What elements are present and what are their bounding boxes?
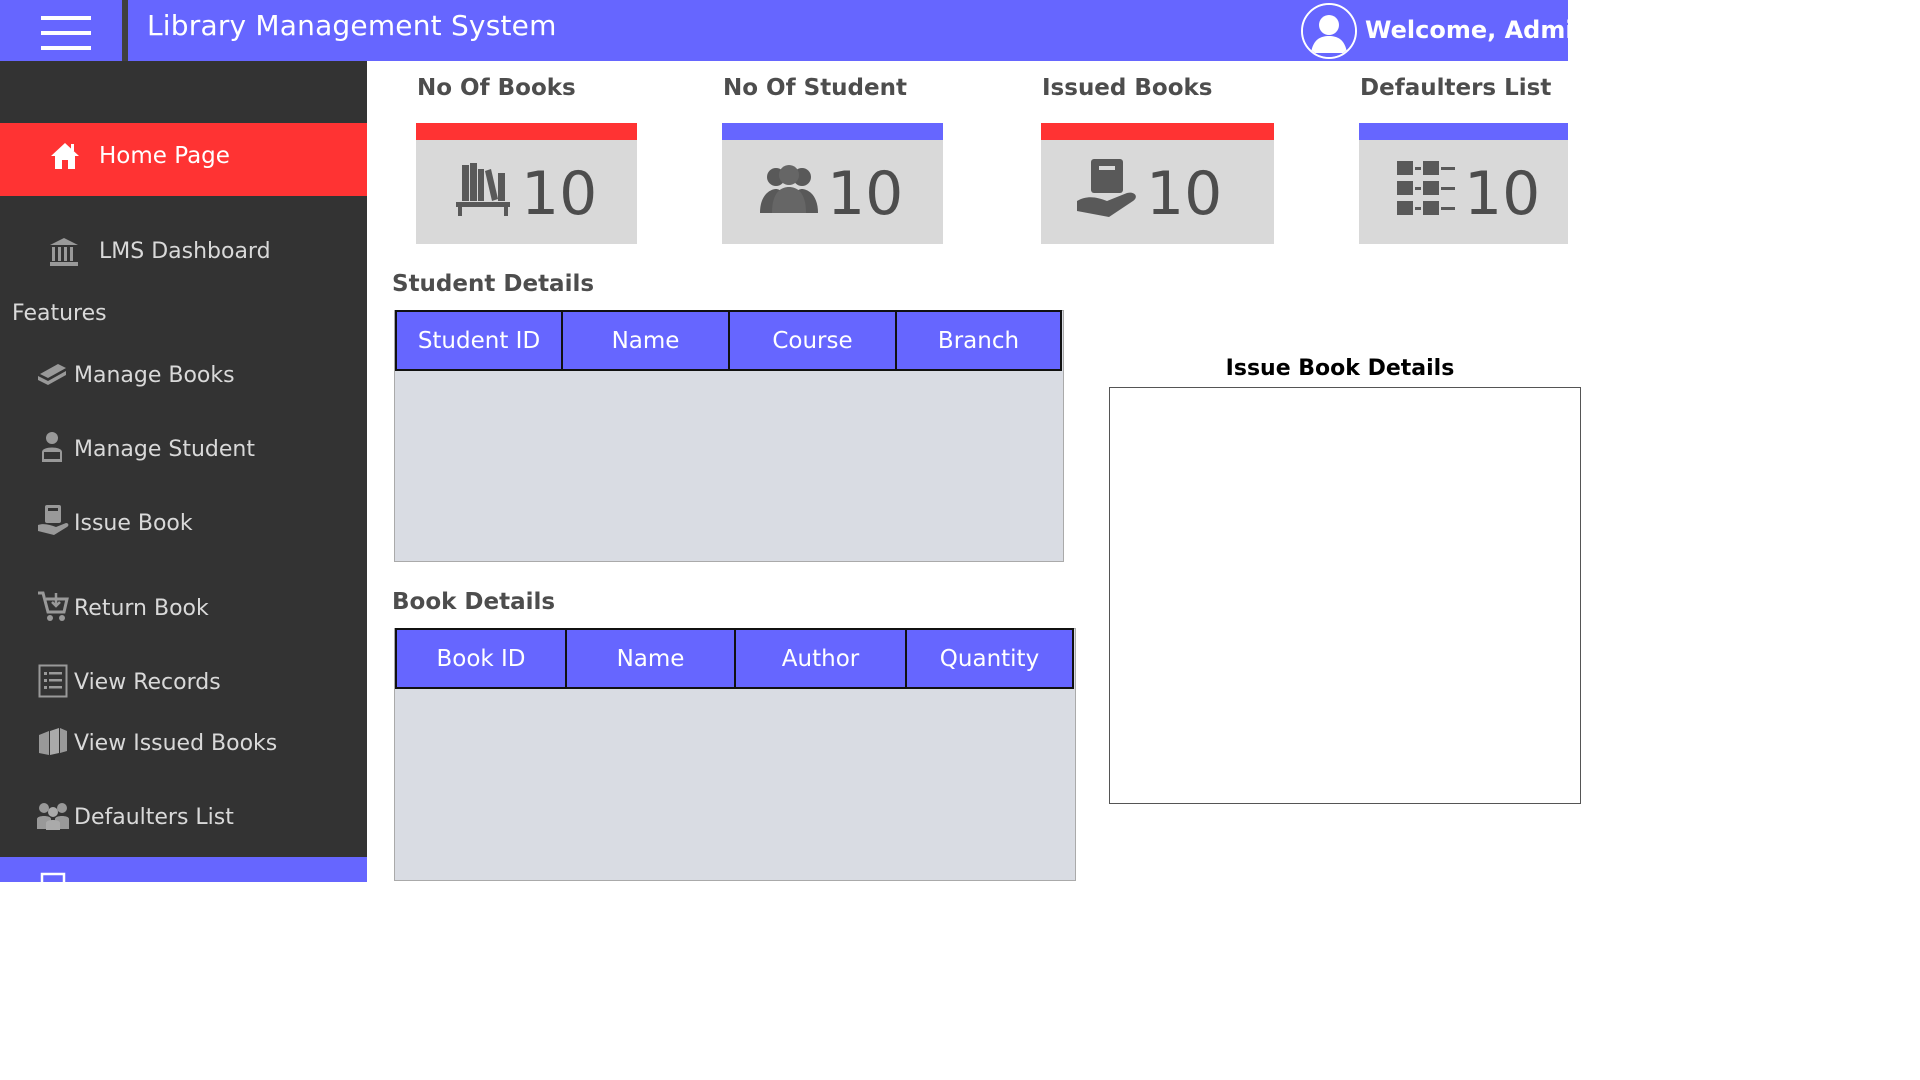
card-title-books: No Of Books [417, 75, 576, 101]
hand-book-icon [1077, 159, 1136, 217]
hamburger-menu-icon[interactable] [0, 0, 122, 61]
sidebar-item-label: Manage Books [74, 363, 235, 388]
sidebar-item-defaulters-list[interactable]: Defaulters List [0, 795, 367, 845]
group-icon [37, 803, 69, 830]
defaulters-count-card[interactable]: 10 [1359, 123, 1568, 244]
sidebar-item-label: Manage Student [74, 437, 255, 462]
sidebar-item-label: LMS Dashboard [99, 239, 271, 264]
card-accent-bar [722, 123, 943, 140]
card-accent-bar [1359, 123, 1568, 140]
books-count-value: 10 [521, 159, 598, 229]
students-count-value: 10 [827, 159, 904, 229]
list-icon [38, 664, 68, 698]
welcome-text: Welcome, Admin [1365, 16, 1591, 44]
card-title-defaulters: Defaulters List [1360, 75, 1552, 101]
home-icon [51, 143, 79, 169]
card-title-issued: Issued Books [1042, 75, 1213, 101]
sidebar-item-manage-books[interactable]: Manage Books [0, 352, 367, 402]
books-stack-icon [39, 728, 67, 755]
books-shelf-icon [456, 163, 510, 216]
issue-book-details-title: Issue Book Details [1225, 356, 1455, 381]
defaulters-count-value: 10 [1464, 159, 1541, 229]
column-header-author[interactable]: Author [734, 628, 907, 689]
student-details-title: Student Details [392, 271, 595, 297]
sidebar-item-view-records[interactable]: View Records [0, 660, 367, 710]
book-icon [38, 364, 66, 385]
issued-books-count-value: 10 [1146, 159, 1223, 229]
user-avatar-icon[interactable] [1301, 3, 1357, 59]
sidebar-item-label: Defaulters List [74, 805, 234, 830]
card-accent-bar [1041, 123, 1274, 140]
checklist-icon [1397, 161, 1455, 215]
column-header-student-id[interactable]: Student ID [395, 310, 563, 371]
sidebar-item-label: Home Page [99, 143, 230, 169]
column-header-course[interactable]: Course [728, 310, 897, 371]
column-header-book-id[interactable]: Book ID [395, 628, 567, 689]
app-title: Library Management System [147, 9, 557, 42]
sidebar-item-label: View Records [74, 670, 221, 695]
column-header-quantity[interactable]: Quantity [905, 628, 1074, 689]
column-header-branch[interactable]: Branch [895, 310, 1062, 371]
sidebar-item-home[interactable]: Home Page [0, 123, 367, 196]
books-count-card[interactable]: 10 [416, 123, 637, 244]
sidebar-item-manage-student[interactable]: Manage Student [0, 426, 367, 476]
column-header-name[interactable]: Name [565, 628, 736, 689]
features-heading: Features [12, 301, 107, 326]
bank-icon [50, 238, 78, 266]
book-details-title: Book Details [392, 589, 556, 615]
issue-book-icon [38, 505, 69, 535]
sidebar-item-logout[interactable] [0, 857, 367, 882]
sidebar-item-return-book[interactable]: Return Book [0, 586, 367, 636]
column-header-name[interactable]: Name [561, 310, 730, 371]
sidebar-item-label: Issue Book [74, 511, 193, 536]
logout-icon [40, 872, 66, 882]
header-divider [122, 0, 128, 61]
students-count-card[interactable]: 10 [722, 123, 943, 244]
people-icon [760, 165, 818, 213]
sidebar-item-label: View Issued Books [74, 731, 278, 756]
student-icon [42, 432, 62, 462]
sidebar-item-view-issued-books[interactable]: View Issued Books [0, 721, 367, 771]
issued-books-count-card[interactable]: 10 [1041, 123, 1274, 244]
sidebar-item-label: Return Book [74, 596, 209, 621]
sidebar-item-issue-book[interactable]: Issue Book [0, 500, 367, 550]
card-accent-bar [416, 123, 637, 140]
cart-icon [38, 591, 69, 621]
sidebar-item-dashboard[interactable]: LMS Dashboard [0, 225, 367, 281]
card-title-students: No Of Student [723, 75, 907, 101]
issue-book-details-chart-panel [1109, 387, 1581, 804]
